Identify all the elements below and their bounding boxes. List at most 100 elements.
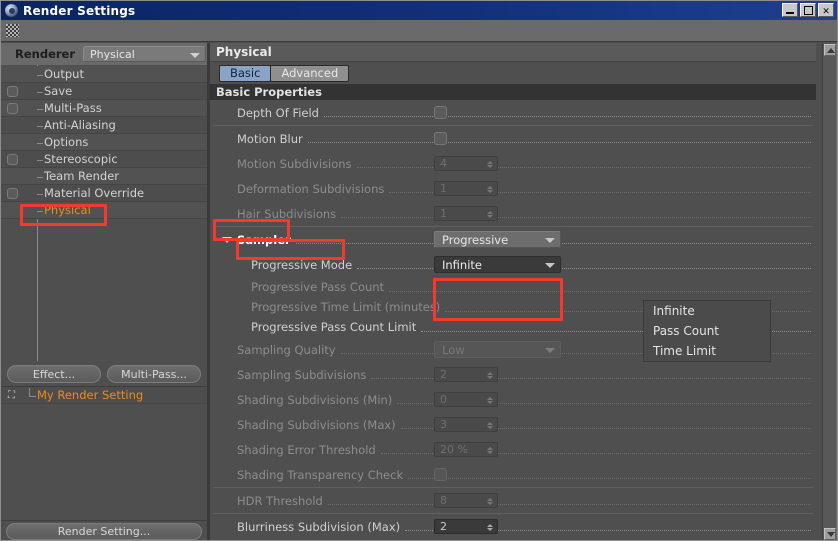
- outer-band: [836, 43, 837, 540]
- number-field-blurriness-subdivision-max[interactable]: 2: [434, 519, 498, 534]
- property-control: [434, 132, 447, 145]
- tab-basic[interactable]: Basic: [219, 64, 272, 82]
- tabs-bar: Basic Advanced: [210, 62, 816, 84]
- render-setting-list: ⛶ My Render Setting: [1, 386, 207, 501]
- number-field-hair-subdivisions[interactable]: 1: [434, 206, 498, 221]
- sidebar-item-label: Physical: [37, 203, 91, 217]
- select-sampling-quality[interactable]: Low: [434, 341, 561, 358]
- property-label: Sampling Subdivisions: [237, 367, 367, 382]
- property-row-motion-blur: Motion Blur: [210, 126, 816, 151]
- scroll-down-arrow-icon[interactable]: [824, 528, 836, 540]
- sidebar-item-stereoscopic[interactable]: Stereoscopic: [1, 151, 207, 168]
- sidebar-item-label: Multi-Pass: [37, 101, 102, 115]
- property-label: Shading Subdivisions (Max): [237, 417, 396, 432]
- sidebar-item-save[interactable]: Save: [1, 83, 207, 100]
- property-row-progressive-mode: Progressive Mode Infinite: [210, 252, 816, 277]
- number-field-shading-subdivisions-min[interactable]: 0: [434, 392, 498, 407]
- render-setting-button[interactable]: Render Setting...: [6, 522, 202, 540]
- drag-grip-icon[interactable]: [6, 24, 19, 37]
- tree-item-checkbox[interactable]: [7, 103, 18, 114]
- number-field-value: 0: [440, 393, 447, 406]
- number-field-shading-subdivisions-max[interactable]: 3: [434, 417, 498, 432]
- number-field-motion-subdivisions[interactable]: 4: [434, 156, 498, 171]
- property-label: Progressive Mode: [251, 257, 353, 272]
- number-field-value: 1: [440, 182, 447, 195]
- property-control: Infinite: [434, 256, 561, 273]
- sidebar-item-physical[interactable]: Physical: [1, 202, 207, 219]
- select-progressive-mode[interactable]: Infinite: [434, 256, 561, 273]
- property-row-shading-error-threshold: Shading Error Threshold 20 %: [210, 437, 816, 462]
- tree-item-checkbox[interactable]: [7, 86, 18, 97]
- number-field-shading-error-threshold[interactable]: 20 %: [434, 442, 498, 457]
- checkbox-depth-of-field[interactable]: [434, 106, 447, 119]
- stepper-arrows-icon[interactable]: [486, 369, 493, 382]
- tree-item-checkbox[interactable]: [7, 188, 18, 199]
- sidebar-item-options[interactable]: Options: [1, 134, 207, 151]
- sidebar-item-label: Output: [37, 67, 84, 81]
- dropdown-option-time-limit[interactable]: Time Limit: [644, 341, 770, 361]
- render-settings-window: Render Settings ✕ Renderer Physical Outp…: [0, 0, 838, 541]
- property-row-blurriness-subdivision-max: Blurriness Subdivision (Max) 2: [210, 514, 816, 539]
- sidebar-item-anti-aliasing[interactable]: Anti-Aliasing: [1, 117, 207, 134]
- number-field-value: 1: [440, 207, 447, 220]
- number-field-value: 2: [440, 520, 447, 533]
- number-field-sampling-subdivisions[interactable]: 2: [434, 367, 498, 382]
- property-control: 0: [434, 392, 498, 407]
- checkbox-shading-transparency-check[interactable]: [434, 468, 447, 481]
- property-control: [434, 468, 447, 481]
- property-control: 3: [434, 417, 498, 432]
- disclosure-triangle-icon[interactable]: [222, 237, 232, 243]
- property-label: Shading Error Threshold: [237, 442, 376, 457]
- renderer-label: Renderer: [15, 47, 76, 61]
- stepper-arrows-icon[interactable]: [486, 521, 493, 534]
- stepper-arrows-icon[interactable]: [486, 208, 493, 221]
- leader-dots: [307, 134, 811, 143]
- checkbox-motion-blur[interactable]: [434, 132, 447, 145]
- dropdown-option-pass-count[interactable]: Pass Count: [644, 321, 770, 341]
- scroll-up-arrow-icon[interactable]: [823, 44, 836, 56]
- list-item[interactable]: ⛶ My Render Setting: [1, 387, 207, 404]
- tree-item-checkbox[interactable]: [7, 154, 18, 165]
- effect-button[interactable]: Effect...: [7, 365, 101, 383]
- leader-dots: [357, 260, 811, 269]
- property-control: 8: [434, 493, 498, 508]
- property-row-depth-of-field: Depth Of Field: [210, 100, 816, 125]
- property-control: 1: [434, 181, 498, 196]
- renderer-dropdown[interactable]: Physical: [83, 46, 207, 62]
- property-control: 4: [434, 156, 498, 171]
- stepper-arrows-icon[interactable]: [486, 394, 493, 407]
- tab-advanced[interactable]: Advanced: [270, 64, 350, 82]
- dropdown-option-infinite[interactable]: Infinite: [644, 301, 770, 321]
- maximize-button[interactable]: [800, 3, 816, 17]
- vertical-scrollbar[interactable]: [822, 43, 836, 540]
- sidebar-item-team-render[interactable]: Team Render: [1, 168, 207, 185]
- stepper-arrows-icon[interactable]: [486, 158, 493, 171]
- stepper-arrows-icon[interactable]: [486, 495, 493, 508]
- close-button[interactable]: ✕: [818, 3, 834, 17]
- property-label: Shading Subdivisions (Min): [237, 392, 393, 407]
- chevron-down-icon: [545, 263, 555, 268]
- property-control: 2: [434, 519, 498, 534]
- number-field-value: 8: [440, 494, 447, 507]
- property-row-shading-subdivisions-max: Shading Subdivisions (Max) 3: [210, 412, 816, 437]
- property-control: 20 %: [434, 442, 498, 457]
- select-sampler[interactable]: Progressive: [434, 231, 561, 248]
- property-row-shading-transparency-check: Shading Transparency Check: [210, 462, 816, 487]
- number-field-hdr-threshold[interactable]: 8: [434, 493, 498, 508]
- sidebar-item-label: Options: [36, 135, 89, 149]
- multi-pass-button[interactable]: Multi-Pass...: [107, 365, 201, 383]
- sidebar-item-material-override[interactable]: Material Override: [1, 185, 207, 202]
- stepper-arrows-icon[interactable]: [486, 183, 493, 196]
- property-label: Motion Subdivisions: [237, 156, 352, 171]
- minimize-button[interactable]: [782, 3, 798, 17]
- sidebar-item-output[interactable]: Output: [1, 66, 207, 83]
- property-label: Shading Transparency Check: [237, 467, 404, 482]
- sidebar-item-multi-pass[interactable]: Multi-Pass: [1, 100, 207, 117]
- number-field-deformation-subdivisions[interactable]: 1: [434, 181, 498, 196]
- stepper-arrows-icon[interactable]: [486, 419, 493, 432]
- sidebar-item-label: Save: [36, 84, 73, 98]
- leader-dots: [341, 209, 811, 218]
- stepper-arrows-icon[interactable]: [486, 444, 493, 457]
- number-field-value: 4: [440, 157, 447, 170]
- property-label: Sampling Quality: [237, 342, 336, 357]
